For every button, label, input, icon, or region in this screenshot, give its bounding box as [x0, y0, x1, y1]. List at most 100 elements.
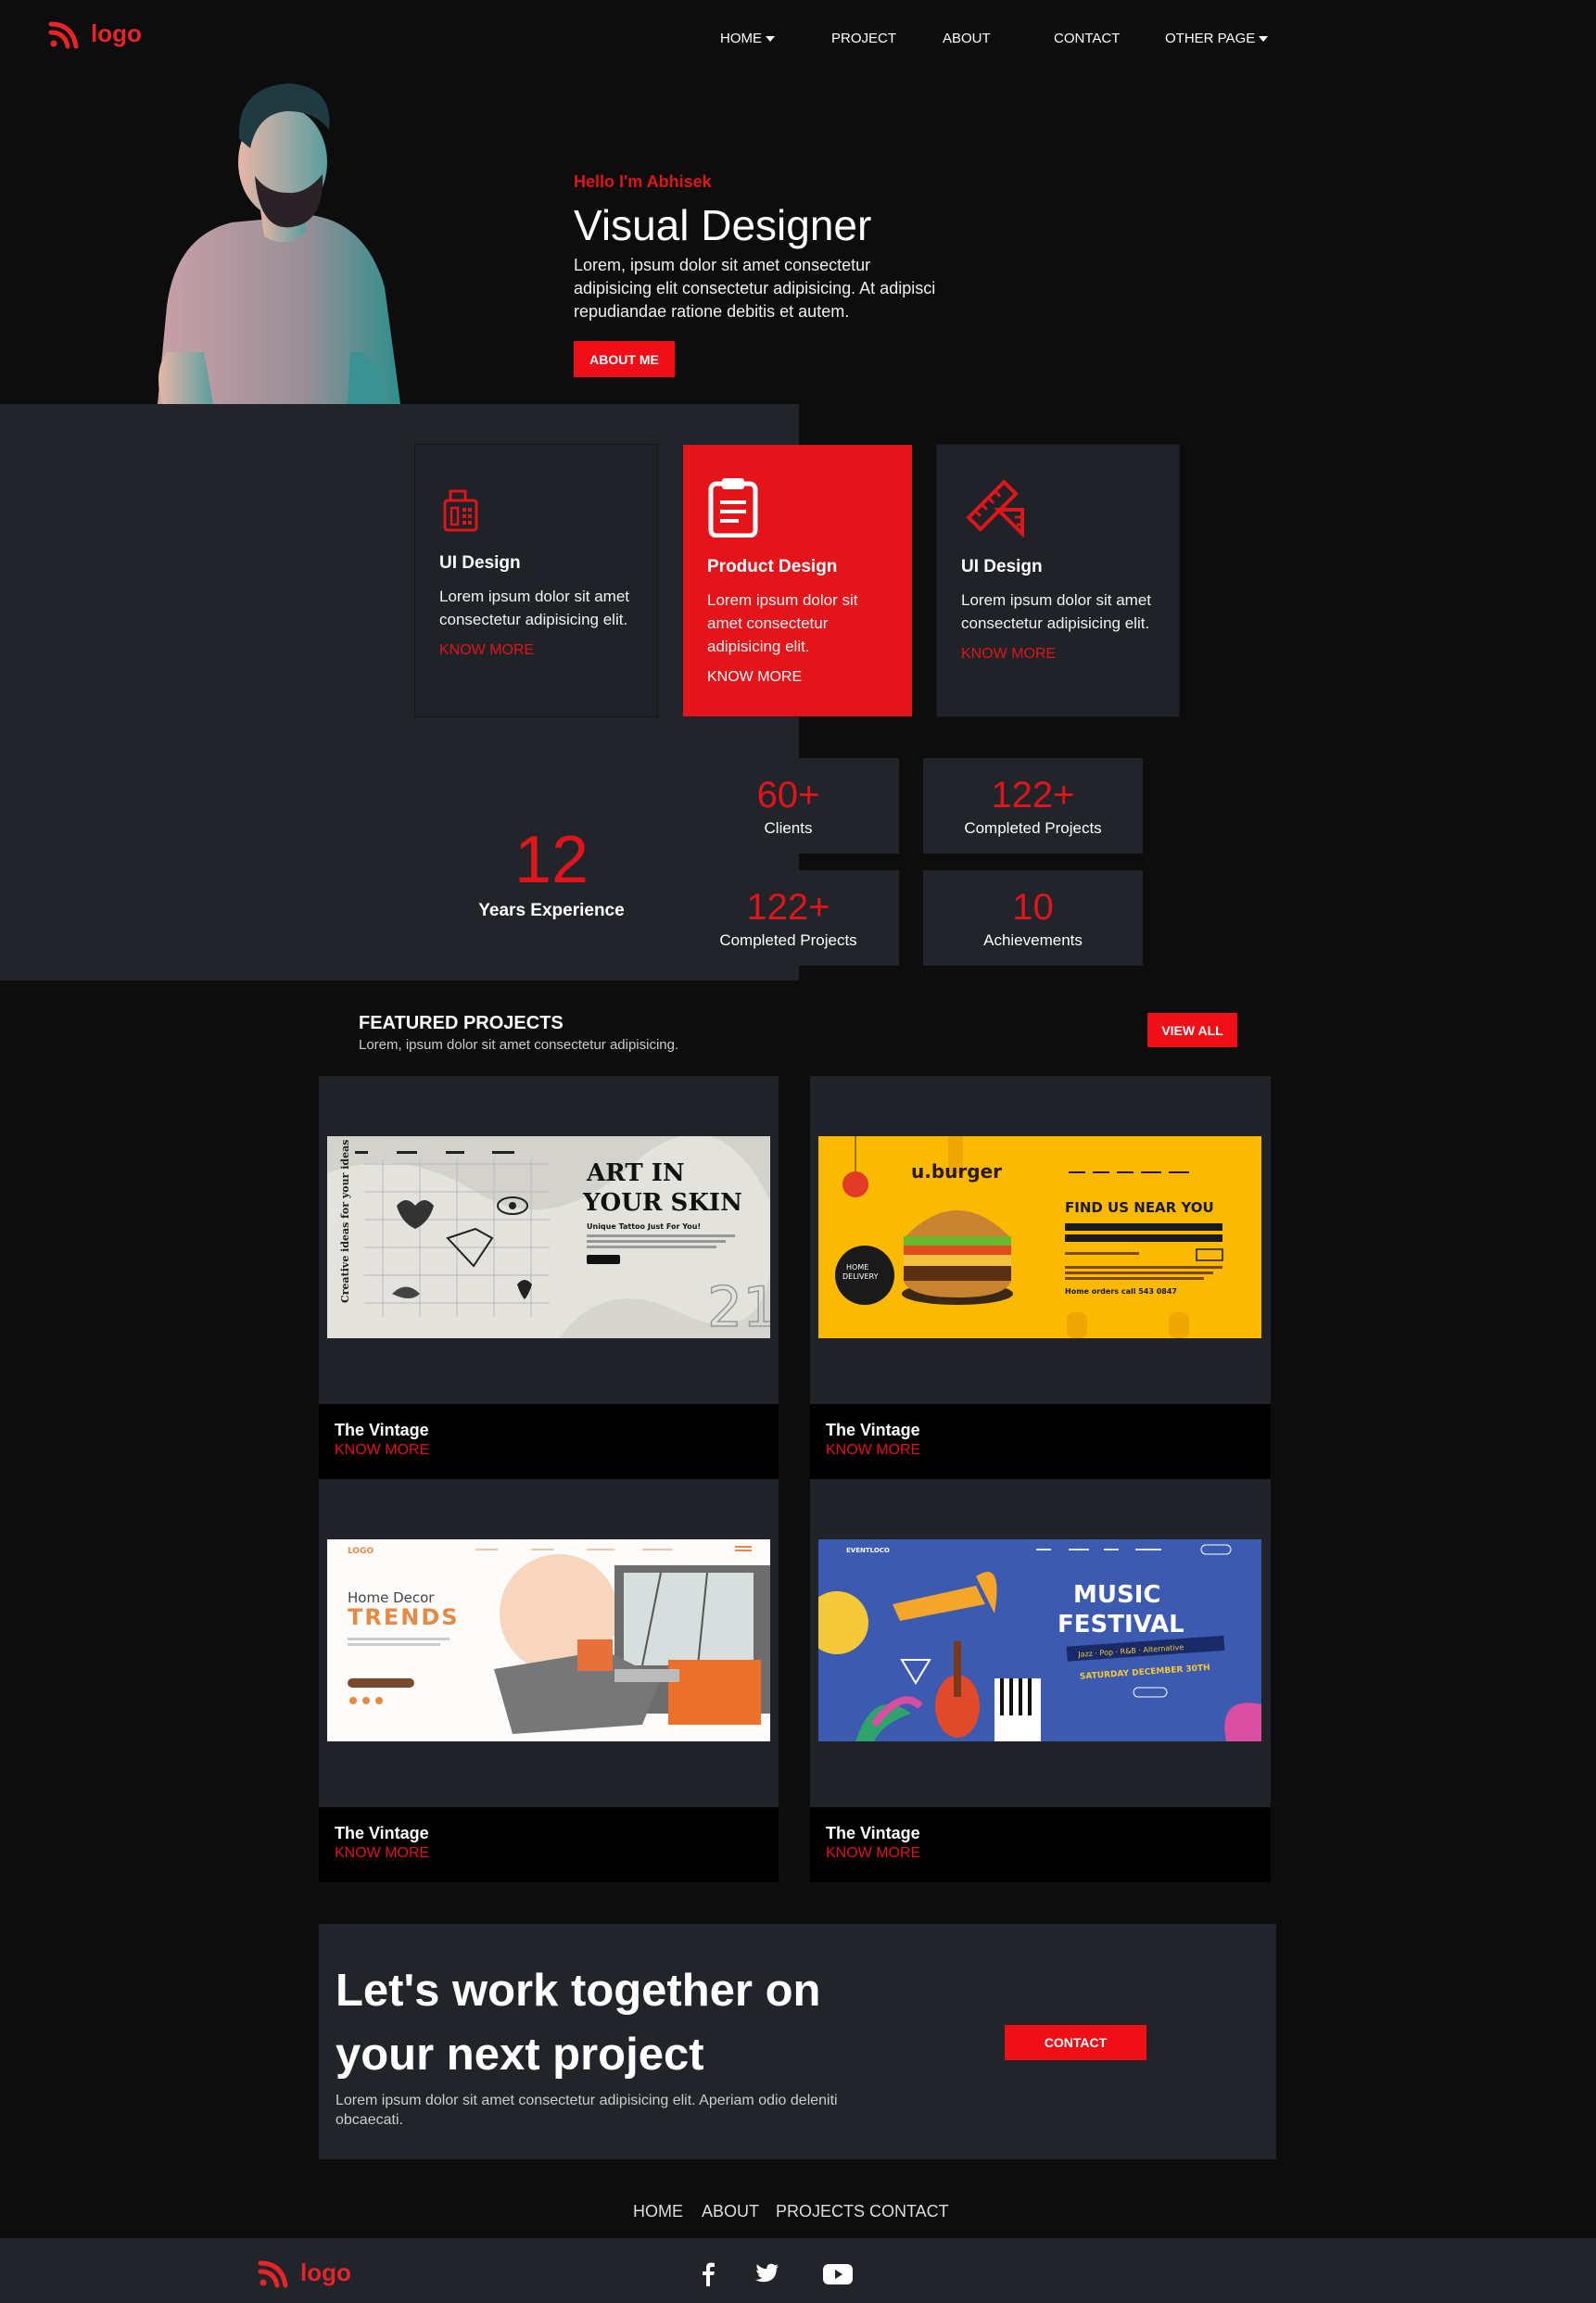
service-title: Product Design	[707, 557, 838, 576]
thumb-side-text: Creative ideas for your ideas	[339, 1140, 351, 1303]
chevron-down-icon	[1259, 35, 1269, 42]
footer-bar	[0, 2238, 1596, 2303]
footer-nav-about[interactable]: ABOUT	[702, 2202, 759, 2221]
stat-label: Completed Projects	[719, 930, 857, 949]
nav-home[interactable]: HOME	[720, 31, 775, 46]
svg-text:DELIVERY: DELIVERY	[842, 1272, 879, 1281]
svg-text:ART IN: ART IN	[586, 1159, 685, 1187]
know-more-link[interactable]: KNOW MORE	[707, 669, 888, 686]
service-text: Lorem ipsum dolor sit amet consectetur a…	[961, 591, 1152, 632]
project-card-footer: The Vintage KNOW MORE	[810, 1807, 1271, 1882]
thumb-logo-text: LOGO	[348, 1547, 374, 1556]
cta-title-line1: Let's work together on	[336, 1966, 821, 2016]
project-title: The Vintage	[335, 1421, 429, 1439]
stat-achievements: 10 Achievements	[923, 870, 1143, 966]
project-thumbnail: LOGO Home Decor TRENDS	[327, 1539, 770, 1741]
know-more-link[interactable]: KNOW MORE	[826, 1845, 1255, 1862]
nav-other-page[interactable]: OTHER PAGE	[1165, 31, 1269, 46]
stat-value: 122+	[746, 886, 830, 928]
footer-logo[interactable]: logo	[258, 2256, 351, 2289]
logo-text: logo	[300, 2258, 351, 2286]
ruler-pencil-icon	[966, 479, 1024, 538]
footer-nav-home[interactable]: HOME	[633, 2202, 683, 2221]
service-card-ui-design-2[interactable]: UI Design Lorem ipsum dolor sit amet con…	[937, 445, 1179, 716]
service-card-product-design[interactable]: Product Design Lorem ipsum dolor sit ame…	[683, 445, 912, 716]
header-logo[interactable]: logo	[48, 17, 142, 50]
logo-icon	[48, 21, 79, 49]
clipboard-icon	[708, 478, 758, 538]
project-card[interactable]: Creative ideas for your ideas ART IN YOU…	[319, 1076, 779, 1479]
svg-text:MUSIC: MUSIC	[1073, 1581, 1160, 1609]
nav-project[interactable]: PROJECT	[831, 31, 896, 46]
thumb-brand-text: u.burger	[911, 1160, 1002, 1183]
chevron-down-icon	[766, 35, 775, 42]
about-me-button[interactable]: ABOUT ME	[574, 341, 675, 377]
project-title: The Vintage	[335, 1824, 429, 1842]
home-decor-landing-image: LOGO Home Decor TRENDS	[327, 1539, 770, 1741]
service-title: UI Design	[439, 553, 521, 573]
contact-button[interactable]: CONTACT	[1005, 2025, 1146, 2060]
featured-subtitle: Lorem, ipsum dolor sit amet consectetur …	[359, 1037, 679, 1053]
stat-label: Clients	[764, 818, 813, 837]
hero-portrait-image	[158, 83, 400, 404]
stat-label: Achievements	[983, 930, 1083, 949]
project-card[interactable]: EVENTLOCO MUSIC FESTIVAL Jazz · Pop · R&…	[810, 1479, 1271, 1882]
project-thumbnail: EVENTLOCO MUSIC FESTIVAL Jazz · Pop · R&…	[818, 1539, 1261, 1741]
service-text: Lorem ipsum dolor sit amet consectetur a…	[439, 588, 630, 628]
know-more-link[interactable]: KNOW MORE	[335, 1845, 763, 1862]
service-card-ui-design[interactable]: UI Design Lorem ipsum dolor sit amet con…	[415, 445, 657, 716]
stat-value: 10	[1012, 886, 1054, 928]
hero-text: Lorem, ipsum dolor sit amet consectetur …	[574, 256, 936, 321]
stat-value: 122+	[991, 774, 1075, 816]
know-more-link[interactable]: KNOW MORE	[961, 646, 1155, 663]
cta-section: Let's work together on your next project…	[319, 1924, 1276, 2159]
music-festival-landing-image: EVENTLOCO MUSIC FESTIVAL Jazz · Pop · R&…	[818, 1539, 1261, 1741]
cta-text: Lorem ipsum dolor sit amet consectetur a…	[336, 2093, 838, 2128]
nav-contact-label: CONTACT	[1054, 31, 1121, 46]
project-card[interactable]: LOGO Home Decor TRENDS The Vintage KNOW …	[319, 1479, 779, 1882]
burger-landing-image: u.burger HOME DELIVERY FIND US NEAR YOU …	[818, 1136, 1261, 1338]
know-more-link[interactable]: KNOW MORE	[335, 1442, 763, 1459]
svg-text:21: 21	[707, 1275, 770, 1338]
footer-nav-projects[interactable]: PROJECTS	[776, 2202, 865, 2221]
youtube-icon[interactable]	[823, 2264, 853, 2284]
svg-text:HOME: HOME	[846, 1263, 868, 1272]
stat-value: 60+	[756, 774, 820, 816]
cta-title-line2: your next project	[336, 2030, 704, 2080]
cta-title: Let's work together on your next project	[336, 1959, 820, 2087]
experience-value: 12	[513, 823, 589, 897]
stat-clients: 60+ Clients	[678, 758, 899, 854]
project-thumbnail: u.burger HOME DELIVERY FIND US NEAR YOU …	[818, 1136, 1261, 1338]
nav-contact[interactable]: CONTACT	[1054, 31, 1120, 46]
thumb-brand-text: EVENTLOCO	[846, 1547, 890, 1554]
project-title: The Vintage	[826, 1824, 920, 1842]
view-all-button[interactable]: VIEW ALL	[1147, 1013, 1237, 1047]
hero-title: Visual Designer	[574, 201, 872, 249]
nav-other-page-label: OTHER PAGE	[1165, 31, 1256, 46]
svg-text:YOUR SKIN: YOUR SKIN	[582, 1189, 742, 1217]
nav-project-label: PROJECT	[831, 31, 897, 46]
nav-about[interactable]: ABOUT	[943, 31, 991, 46]
facebook-icon[interactable]	[701, 2262, 716, 2286]
hero-greeting: Hello I'm Abhisek	[574, 172, 712, 191]
stat-completed-projects-2: 122+ Completed Projects	[678, 870, 899, 966]
stat-label: Completed Projects	[964, 818, 1102, 837]
svg-text:FESTIVAL: FESTIVAL	[1058, 1611, 1184, 1639]
nav-home-label: HOME	[720, 31, 762, 46]
logo-icon	[258, 2260, 288, 2288]
know-more-link[interactable]: KNOW MORE	[826, 1442, 1255, 1459]
experience-block: 12 Years Experience	[477, 825, 626, 921]
nav-about-label: ABOUT	[943, 31, 991, 46]
project-thumbnail: Creative ideas for your ideas ART IN YOU…	[327, 1136, 770, 1338]
thumb-title-text: TRENDS	[348, 1604, 460, 1630]
project-card-footer: The Vintage KNOW MORE	[319, 1807, 779, 1882]
tattoo-landing-image: Creative ideas for your ideas ART IN YOU…	[327, 1136, 770, 1338]
project-card[interactable]: u.burger HOME DELIVERY FIND US NEAR YOU …	[810, 1076, 1271, 1479]
stat-completed-projects: 122+ Completed Projects	[923, 758, 1143, 854]
know-more-link[interactable]: KNOW MORE	[439, 642, 633, 659]
twitter-icon[interactable]	[755, 2263, 779, 2284]
project-card-footer: The Vintage KNOW MORE	[319, 1404, 779, 1479]
footer-nav-contact[interactable]: CONTACT	[869, 2202, 949, 2221]
thumb-title-text: FIND US NEAR YOU	[1065, 1199, 1214, 1216]
thumb-sub-text: Unique Tattoo Just For You!	[587, 1222, 701, 1231]
